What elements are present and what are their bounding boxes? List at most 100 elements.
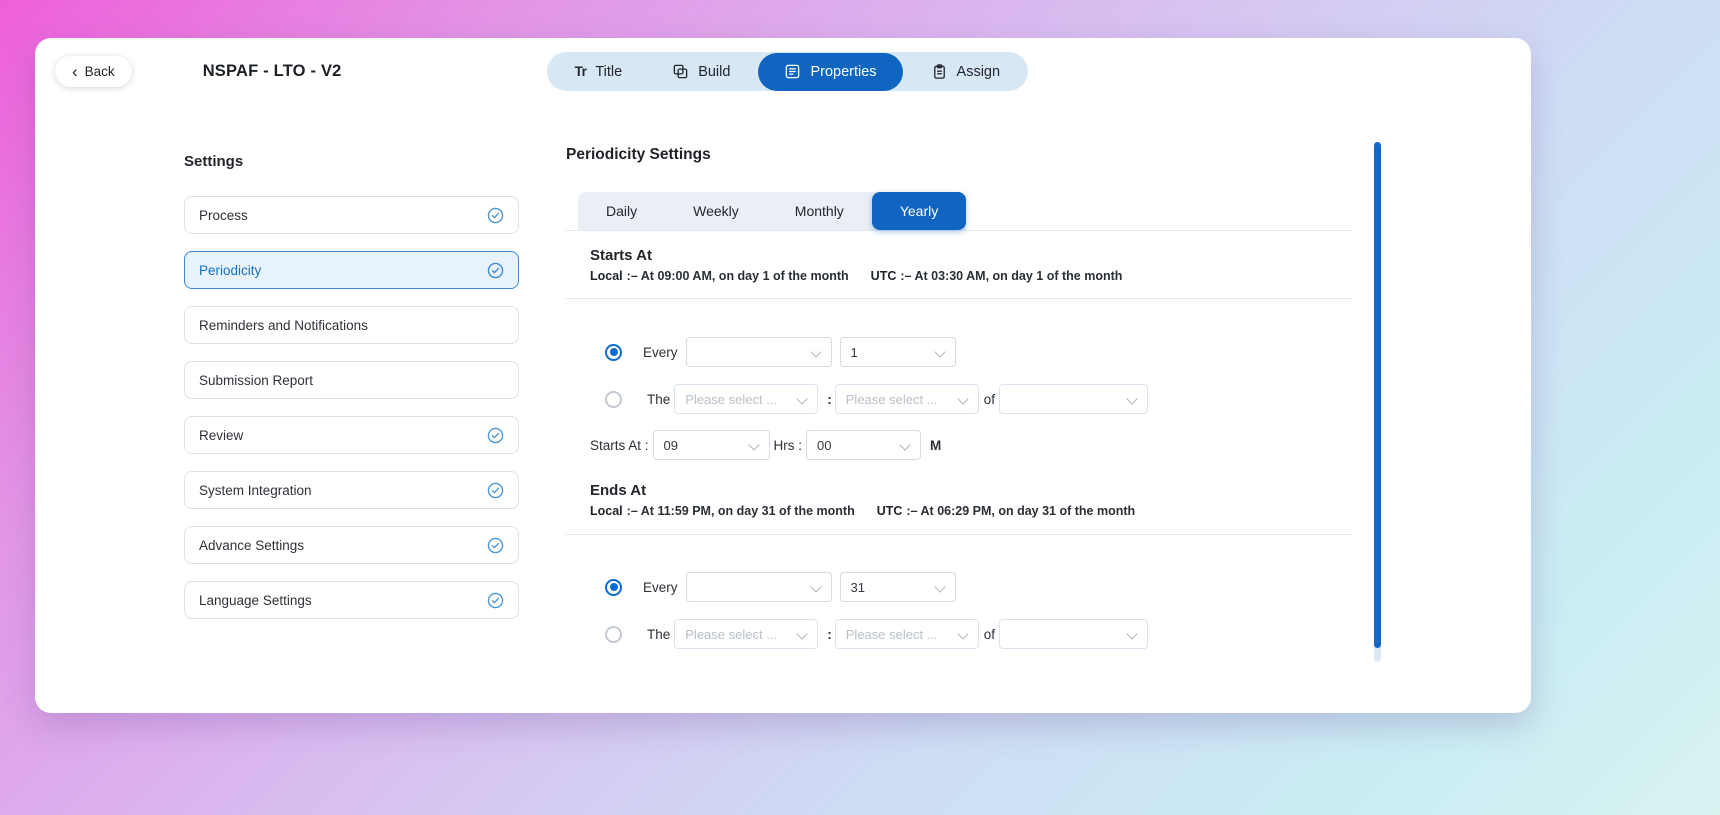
starts-the-weekday-select[interactable]: Please select ...: [835, 384, 979, 414]
sidebar-heading: Settings: [184, 153, 519, 170]
starts-the-ordinal-select[interactable]: Please select ...: [674, 384, 818, 414]
tab-assign-label: Assign: [957, 64, 1001, 80]
sidebar-item-label: Advance Settings: [199, 538, 304, 553]
starts-hour-select[interactable]: 09: [653, 430, 770, 460]
starts-minute-select[interactable]: 00: [806, 430, 921, 460]
divider: [566, 298, 1353, 299]
the-label: The: [647, 392, 670, 407]
starts-every-radio[interactable]: [605, 344, 622, 361]
select-value: 00: [817, 438, 831, 453]
local-value: :– At 09:00 AM, on day 1 of the month: [627, 269, 849, 283]
sidebar-item-advance-settings[interactable]: Advance Settings: [184, 526, 519, 564]
select-placeholder: Please select ...: [685, 627, 777, 642]
period-tab-monthly[interactable]: Monthly: [767, 192, 872, 230]
sidebar-item-label: System Integration: [199, 483, 312, 498]
sidebar-item-label: Review: [199, 428, 243, 443]
page-title: NSPAF - LTO - V2: [203, 62, 342, 81]
tab-properties-label: Properties: [810, 64, 876, 80]
select-value: 09: [664, 438, 678, 453]
app-window: ‹ Back NSPAF - LTO - V2 Tr Title Build: [35, 38, 1531, 713]
utc-label: UTC: [871, 269, 897, 283]
sidebar-item-submission-report[interactable]: Submission Report: [184, 361, 519, 399]
starts-the-radio[interactable]: [605, 391, 622, 408]
sidebar-item-review[interactable]: Review: [184, 416, 519, 454]
select-placeholder: Please select ...: [685, 392, 777, 407]
period-tab-yearly[interactable]: Yearly: [872, 192, 966, 230]
starts-every-row: Every 1: [566, 337, 1353, 367]
local-label: Local: [590, 269, 623, 283]
period-tab-bar: Daily Weekly Monthly Yearly: [578, 192, 966, 230]
scrollbar-thumb[interactable]: [1374, 142, 1381, 648]
starts-at-heading: Starts At: [590, 247, 1353, 264]
colon-separator: :: [827, 392, 832, 407]
properties-icon: [784, 63, 801, 80]
check-circle-icon: [487, 537, 504, 554]
periodicity-settings-panel: Periodicity Settings Daily Weekly Monthl…: [566, 142, 1353, 662]
sidebar-item-periodicity[interactable]: Periodicity: [184, 251, 519, 289]
period-tab-weekly[interactable]: Weekly: [665, 192, 767, 230]
divider: [566, 534, 1353, 535]
settings-sidebar: Settings Process Periodicity Reminders a…: [184, 153, 519, 636]
sidebar-item-system-integration[interactable]: System Integration: [184, 471, 519, 509]
every-label: Every: [643, 580, 678, 595]
the-label: The: [647, 627, 670, 642]
sidebar-item-label: Periodicity: [199, 263, 261, 278]
assign-icon: [931, 63, 948, 80]
utc-label: UTC: [877, 504, 903, 518]
ends-the-weekday-select[interactable]: Please select ...: [835, 619, 979, 649]
sidebar-item-language-settings[interactable]: Language Settings: [184, 581, 519, 619]
select-placeholder: Please select ...: [846, 392, 938, 407]
ends-the-month-select[interactable]: [999, 619, 1148, 649]
ends-every-day-select[interactable]: 31: [840, 572, 956, 602]
period-tab-daily[interactable]: Daily: [578, 192, 665, 230]
title-icon: Tr: [575, 64, 587, 79]
check-circle-icon: [487, 262, 504, 279]
starts-every-month-select[interactable]: [686, 337, 832, 367]
of-label: of: [984, 627, 995, 642]
local-label: Local: [590, 504, 623, 518]
starts-every-day-select[interactable]: 1: [840, 337, 956, 367]
starts-time-row: Starts At : 09 Hrs : 00 M: [566, 430, 1353, 460]
local-value: :– At 11:59 PM, on day 31 of the month: [627, 504, 855, 518]
sidebar-item-reminders-and-notifications[interactable]: Reminders and Notifications: [184, 306, 519, 344]
check-circle-icon: [487, 427, 504, 444]
starts-at-summary: Local :– At 09:00 AM, on day 1 of the mon…: [590, 269, 1353, 283]
check-circle-icon: [487, 207, 504, 224]
panel-title: Periodicity Settings: [566, 146, 1353, 164]
hrs-label: Hrs :: [774, 438, 803, 453]
tab-title[interactable]: Tr Title: [553, 56, 645, 87]
sidebar-item-label: Submission Report: [199, 373, 313, 388]
ends-the-row: The Please select ... : Please select ..…: [566, 619, 1353, 649]
select-placeholder: Please select ...: [846, 627, 938, 642]
scrollbar-track[interactable]: [1374, 142, 1381, 662]
tab-build-label: Build: [698, 64, 730, 80]
ends-at-summary: Local :– At 11:59 PM, on day 31 of the mo…: [590, 504, 1353, 518]
divider: [566, 230, 1353, 231]
starts-the-month-select[interactable]: [999, 384, 1148, 414]
utc-value: :– At 06:29 PM, on day 31 of the month: [906, 504, 1135, 518]
sidebar-item-label: Process: [199, 208, 248, 223]
starts-at-time-label: Starts At :: [590, 438, 649, 453]
sidebar-item-process[interactable]: Process: [184, 196, 519, 234]
ends-the-ordinal-select[interactable]: Please select ...: [674, 619, 818, 649]
sidebar-item-label: Language Settings: [199, 593, 312, 608]
ends-every-radio[interactable]: [605, 579, 622, 596]
tab-assign[interactable]: Assign: [909, 56, 1023, 87]
header-tab-group: Tr Title Build Properties: [547, 52, 1029, 91]
back-button[interactable]: ‹ Back: [55, 56, 132, 87]
back-label: Back: [85, 64, 115, 79]
header: ‹ Back NSPAF - LTO - V2 Tr Title Build: [35, 38, 1531, 90]
of-label: of: [984, 392, 995, 407]
ends-every-month-select[interactable]: [686, 572, 832, 602]
select-value: 31: [851, 580, 865, 595]
ends-the-radio[interactable]: [605, 626, 622, 643]
minute-suffix-label: M: [930, 438, 941, 453]
check-circle-icon: [487, 482, 504, 499]
tab-build[interactable]: Build: [650, 56, 752, 87]
tab-properties[interactable]: Properties: [758, 53, 902, 91]
check-circle-icon: [487, 592, 504, 609]
starts-the-row: The Please select ... : Please select ..…: [566, 384, 1353, 414]
every-label: Every: [643, 345, 678, 360]
sidebar-item-label: Reminders and Notifications: [199, 318, 368, 333]
build-icon: [672, 63, 689, 80]
